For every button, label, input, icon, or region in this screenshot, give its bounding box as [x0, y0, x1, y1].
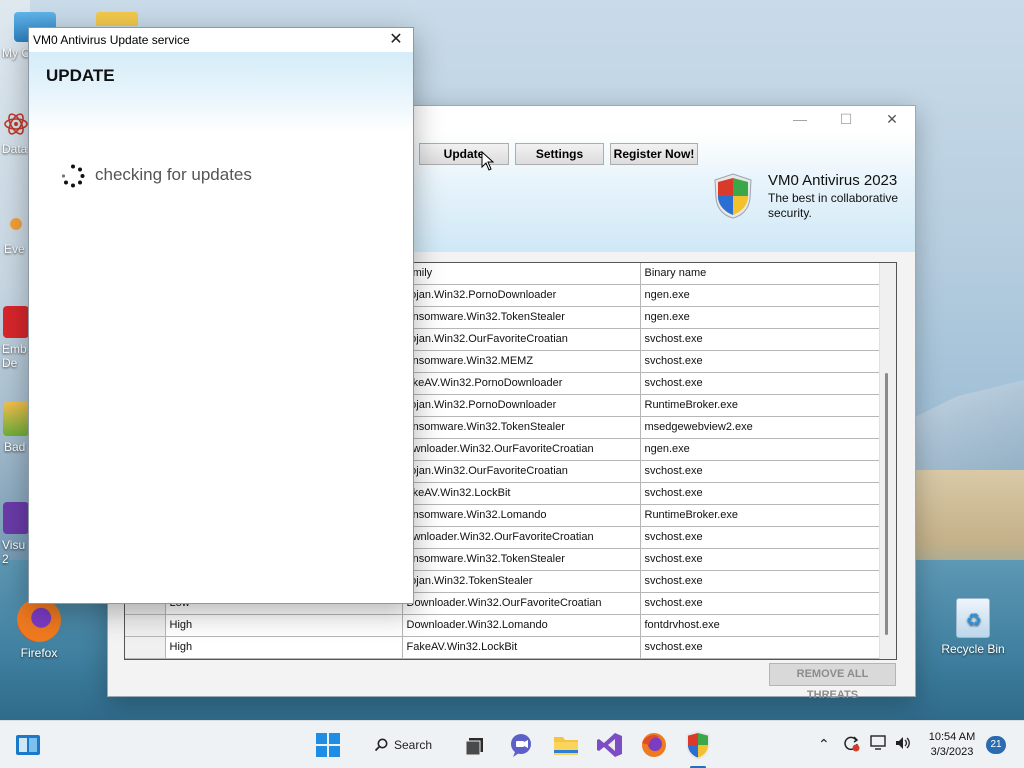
family-cell: ansomware.Win32.TokenStealer [402, 548, 641, 571]
binary-cell: svchost.exe [640, 548, 880, 571]
family-cell: ansomware.Win32.Lomando [402, 504, 641, 527]
family-cell: rojan.Win32.PornoDownloader [402, 284, 641, 307]
family-cell: FakeAV.Win32.LockBit [402, 636, 641, 659]
teams-chat-icon[interactable] [505, 729, 537, 761]
app-icon [3, 306, 29, 338]
table-row[interactable]: High FakeAV.Win32.LockBit svchost.exe [125, 636, 880, 659]
family-cell: rojan.Win32.OurFavoriteCroatian [402, 328, 641, 351]
severity-cell: High [165, 636, 403, 659]
minimize-button[interactable]: — [777, 106, 823, 132]
binary-cell: msedgewebview2.exe [640, 416, 880, 439]
settings-button[interactable]: Settings [515, 143, 604, 165]
binary-cell: svchost.exe [640, 328, 880, 351]
chevron-up-icon[interactable]: ⌃ [818, 736, 830, 753]
binary-cell: ngen.exe [640, 284, 880, 307]
row-header-cell [125, 636, 166, 659]
app-icon [3, 210, 29, 238]
file-explorer-icon[interactable] [550, 729, 582, 761]
scrollbar-thumb[interactable] [885, 373, 888, 635]
family-cell: ansomware.Win32.TokenStealer [402, 306, 641, 329]
table-row[interactable]: High Downloader.Win32.Lomando fontdrvhost.… [125, 614, 880, 637]
desktop-icon-label: Recycle Bin [941, 642, 1005, 656]
brand-title: VM0 Antivirus 2023 [768, 172, 898, 189]
clock-date: 3/3/2023 [930, 746, 974, 758]
severity-cell: High [165, 614, 403, 637]
family-cell: akeAV.Win32.PornoDownloader [402, 372, 641, 395]
shield-icon [714, 173, 752, 219]
taskbar-search[interactable]: Search [368, 733, 444, 757]
volume-icon[interactable] [894, 735, 912, 754]
family-cell: ansomware.Win32.TokenStealer [402, 416, 641, 439]
svg-text:♻: ♻ [966, 610, 982, 631]
column-header-family[interactable]: amily [402, 263, 641, 285]
binary-cell: svchost.exe [640, 570, 880, 593]
update-status-text: checking for updates [95, 165, 252, 184]
family-cell: rojan.Win32.OurFavoriteCroatian [402, 460, 641, 483]
remove-all-threats-button[interactable]: REMOVE ALL THREATS [769, 663, 896, 701]
recycle-bin-icon: ♻ [956, 598, 990, 638]
binary-cell: svchost.exe [640, 592, 880, 615]
firefox-icon[interactable] [638, 729, 670, 761]
family-cell: akeAV.Win32.LockBit [402, 482, 641, 505]
widgets-icon[interactable] [14, 729, 46, 761]
maximize-button[interactable]: ☐ [823, 106, 869, 132]
task-view-icon[interactable] [460, 729, 492, 761]
clock[interactable]: 10:54 AM 3/3/2023 [924, 730, 980, 760]
binary-cell: svchost.exe [640, 526, 880, 549]
binary-cell: svchost.exe [640, 372, 880, 395]
update-dialog-banner: UPDATE [29, 52, 413, 132]
folder-icon[interactable] [96, 12, 138, 26]
register-button[interactable]: Register Now! [610, 143, 698, 165]
desktop-icon-firefox[interactable]: Firefox [3, 598, 75, 660]
column-header-binary[interactable]: Binary name [640, 263, 880, 285]
binary-cell: RuntimeBroker.exe [640, 394, 880, 417]
visual-studio-icon[interactable] [594, 729, 626, 761]
antivirus-taskbar-icon[interactable] [682, 729, 714, 768]
start-icon[interactable] [312, 729, 344, 761]
brand-subtitle: The best in collaborative security. [768, 191, 899, 220]
update-dialog-title: VM0 Antivirus Update service [33, 33, 190, 47]
binary-cell: svchost.exe [640, 460, 880, 483]
binary-cell: ngen.exe [640, 306, 880, 329]
close-icon[interactable]: ✕ [385, 29, 407, 51]
search-icon [374, 738, 388, 752]
firefox-icon [17, 598, 61, 642]
search-label: Search [394, 738, 433, 752]
binary-cell: svchost.exe [640, 482, 880, 505]
binary-cell: svchost.exe [640, 350, 880, 373]
network-icon[interactable] [870, 735, 888, 754]
family-cell: rojan.Win32.PornoDownloader [402, 394, 641, 417]
binary-cell: svchost.exe [640, 636, 880, 659]
loading-spinner-icon [61, 164, 85, 188]
grid-vertical-scrollbar[interactable] [879, 263, 896, 659]
row-header-cell [125, 614, 166, 637]
notification-badge[interactable]: 21 [986, 736, 1006, 754]
family-cell: Downloader.Win32.Lomando [402, 614, 641, 637]
desktop-icon-label: Firefox [20, 646, 58, 660]
update-heading: UPDATE [46, 66, 115, 85]
taskbar: Search ⌃ 10:54 AM 3/3/2023 21 [0, 720, 1024, 768]
app-icon [3, 402, 29, 436]
family-cell: ansomware.Win32.MEMZ [402, 350, 641, 373]
mouse-cursor-icon [481, 151, 495, 171]
visual-studio-icon [3, 502, 29, 534]
close-button[interactable]: ✕ [869, 106, 915, 132]
family-cell: ownloader.Win32.OurFavoriteCroatian [402, 438, 641, 461]
binary-cell: RuntimeBroker.exe [640, 504, 880, 527]
family-cell: ownloader.Win32.OurFavoriteCroatian [402, 526, 641, 549]
atom-icon [3, 110, 29, 138]
binary-cell: fontdrvhost.exe [640, 614, 880, 637]
desktop-icon-recycle-bin[interactable]: ♻ Recycle Bin [937, 598, 1009, 656]
family-cell: Downloader.Win32.OurFavoriteCroatian [402, 592, 641, 615]
update-button[interactable]: Update [419, 143, 509, 165]
update-dialog-titlebar[interactable]: VM0 Antivirus Update service ✕ [29, 28, 413, 52]
binary-cell: ngen.exe [640, 438, 880, 461]
update-dialog: VM0 Antivirus Update service ✕ UPDATE ch… [28, 27, 414, 604]
clock-time: 10:54 AM [928, 731, 976, 743]
family-cell: rojan.Win32.TokenStealer [402, 570, 641, 593]
update-sync-icon[interactable] [842, 734, 860, 755]
